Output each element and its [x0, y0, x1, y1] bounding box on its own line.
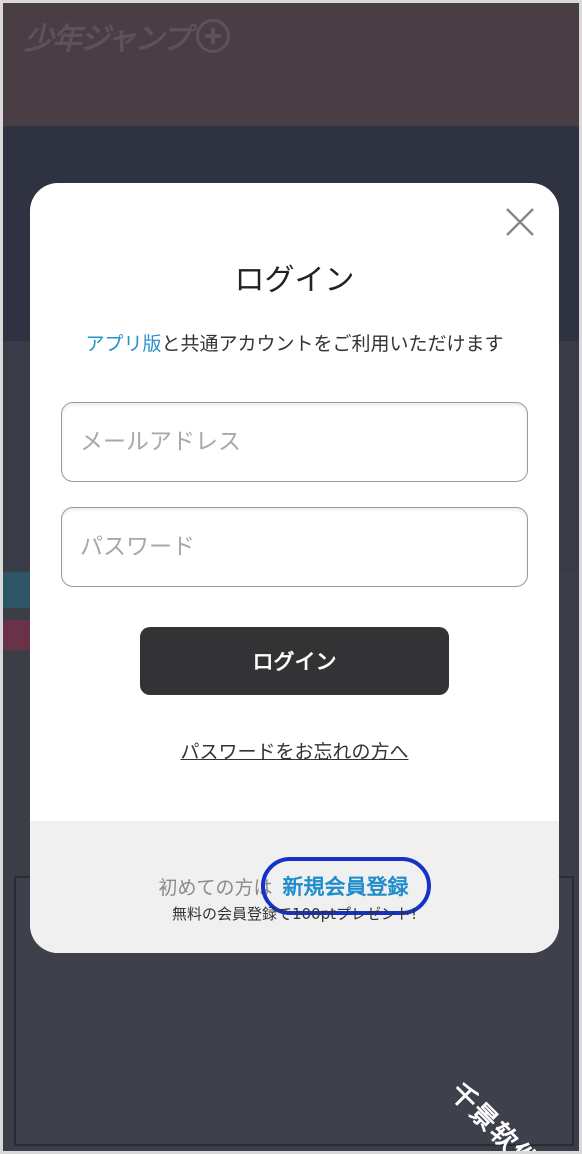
modal-subtitle: アプリ版と共通アカウントをご利用いただけます [30, 329, 559, 356]
close-icon[interactable] [503, 205, 537, 239]
subtitle-text: と共通アカウントをご利用いただけます [161, 333, 504, 355]
modal-title: ログイン [234, 263, 355, 298]
password-field[interactable] [61, 507, 528, 587]
app-logo[interactable]: 少年ジャンプ [24, 14, 230, 58]
logo-plus-icon [195, 19, 230, 53]
app-version-link[interactable]: アプリ版 [85, 333, 161, 355]
email-field[interactable] [61, 402, 528, 482]
forgot-password-link[interactable]: パスワードをお忘れの方へ [30, 737, 559, 764]
promo-text: 無料の会員登録で100ptプレゼント! [171, 905, 418, 923]
login-modal: ログイン アプリ版と共通アカウントをご利用いただけます ログイン パスワードをお… [30, 183, 559, 953]
modal-footer: 初めての方は 新規会員登録 無料の会員登録で100ptプレゼント! [30, 821, 559, 953]
first-time-text: 初めての方は [158, 877, 273, 899]
login-button[interactable]: ログイン [140, 627, 449, 695]
app-header: 少年ジャンプ [0, 0, 582, 126]
logo-text: 少年ジャンプ [24, 22, 192, 57]
